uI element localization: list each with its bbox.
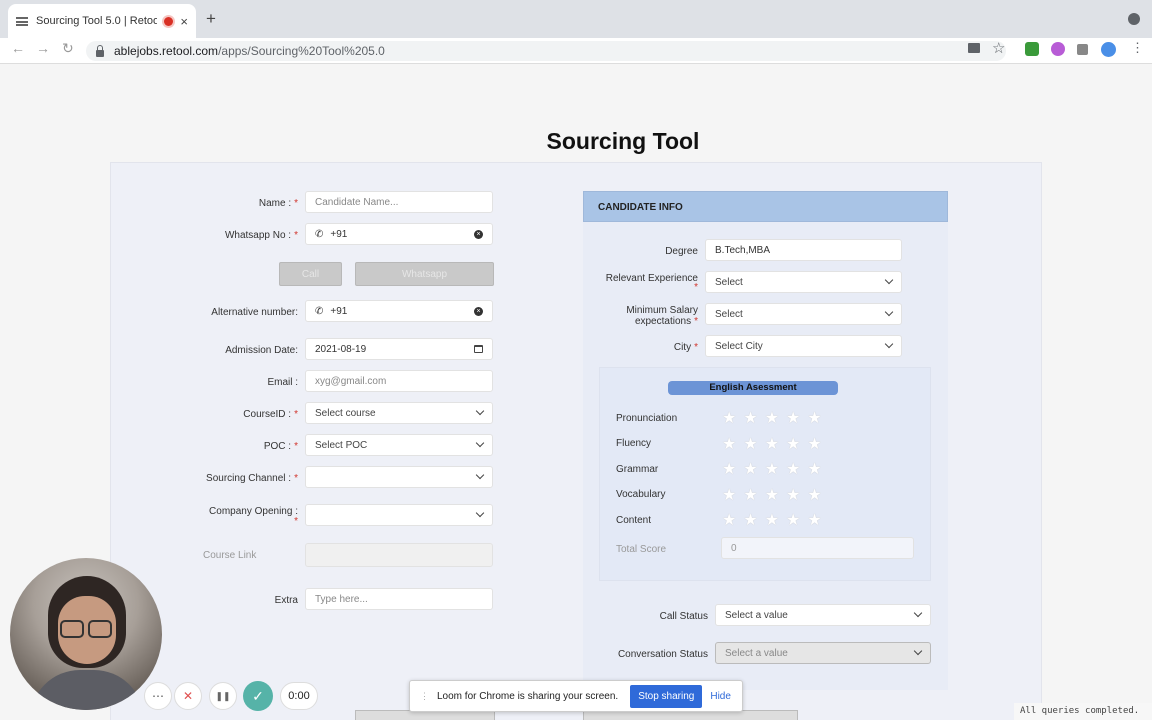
alternative-number-label: Alternative number: bbox=[211, 307, 298, 318]
loom-timer: 0:00 bbox=[280, 682, 318, 710]
extra-label: Extra bbox=[274, 595, 298, 606]
grammar-rating[interactable]: ★★★★★ bbox=[722, 459, 829, 479]
course-link-input[interactable] bbox=[305, 543, 493, 567]
chevron-down-icon bbox=[475, 406, 485, 416]
url-path: /apps/Sourcing%20Tool%205.0 bbox=[218, 44, 385, 58]
webcam-bubble[interactable] bbox=[10, 558, 162, 710]
english-assessment-title: English Asessment bbox=[668, 381, 838, 395]
recording-indicator-icon bbox=[164, 16, 174, 26]
company-opening-required: * bbox=[294, 516, 298, 527]
candidate-info-header: CANDIDATE INFO bbox=[583, 191, 948, 222]
city-label: City * bbox=[673, 342, 698, 353]
total-score-input: 0 bbox=[721, 537, 914, 559]
profile-avatar-icon[interactable] bbox=[1101, 42, 1116, 57]
chevron-down-icon bbox=[475, 470, 485, 480]
sourcing-channel-label: Sourcing Channel : * bbox=[206, 473, 298, 484]
conversation-status-select[interactable]: Select a value bbox=[715, 642, 931, 664]
loom-more-button[interactable]: ⋯ bbox=[144, 682, 172, 710]
call-button[interactable]: Call bbox=[279, 262, 342, 286]
page-title: Sourcing Tool bbox=[546, 128, 700, 154]
chevron-down-icon bbox=[884, 339, 894, 349]
chevron-down-icon bbox=[475, 438, 485, 448]
clear-icon[interactable]: × bbox=[474, 306, 483, 316]
loom-cancel-button[interactable]: ✕ bbox=[174, 682, 202, 710]
vocabulary-label: Vocabulary bbox=[616, 489, 666, 500]
whatsapp-label: Whatsapp No : * bbox=[224, 230, 298, 241]
poc-select[interactable]: Select POC bbox=[305, 434, 493, 456]
email-input[interactable]: xyg@gmail.com bbox=[305, 370, 493, 392]
lock-icon bbox=[96, 44, 104, 57]
salary-label: Minimum Salary bbox=[626, 305, 698, 316]
email-label: Email : bbox=[267, 377, 298, 388]
grammar-label: Grammar bbox=[616, 464, 659, 475]
pronunciation-rating[interactable]: ★★★★★ bbox=[722, 408, 829, 428]
chevron-down-icon bbox=[913, 646, 923, 656]
admission-date-label: Admission Date: bbox=[225, 345, 298, 356]
name-label: Name : * bbox=[258, 198, 298, 209]
hide-button[interactable]: Hide bbox=[710, 691, 731, 702]
course-select[interactable]: Select course bbox=[305, 402, 493, 424]
forward-button[interactable]: → bbox=[36, 40, 50, 56]
pronunciation-label: Pronunciation bbox=[616, 413, 678, 424]
course-id-label: CourseID : * bbox=[243, 409, 298, 420]
tab-close-icon[interactable]: × bbox=[180, 14, 188, 29]
content-rating[interactable]: ★★★★★ bbox=[722, 510, 829, 530]
tab-title: Sourcing Tool 5.0 | Retool bbox=[36, 15, 158, 27]
vocabulary-rating[interactable]: ★★★★★ bbox=[722, 485, 829, 505]
course-link-label: Course Link bbox=[203, 550, 257, 561]
phone-icon: ✆ bbox=[315, 305, 324, 317]
loom-pause-button[interactable]: ❚❚ bbox=[209, 682, 237, 710]
degree-label: Degree bbox=[665, 246, 698, 257]
salary-select[interactable]: Select bbox=[705, 303, 902, 325]
salary-label-line2: expectations * bbox=[634, 316, 698, 327]
extensions-puzzle-icon[interactable] bbox=[1077, 44, 1088, 55]
alternative-number-input[interactable]: ✆ +91 × bbox=[305, 300, 493, 322]
browser-tab[interactable]: Sourcing Tool 5.0 | Retool × bbox=[8, 4, 196, 38]
admission-date-input[interactable]: 2021-08-19 bbox=[305, 338, 493, 360]
extension-color-icon[interactable] bbox=[1051, 42, 1065, 56]
retool-favicon-icon bbox=[16, 16, 28, 26]
clear-icon[interactable]: × bbox=[474, 229, 483, 239]
total-score-label: Total Score bbox=[616, 544, 667, 555]
browser-menu-icon[interactable]: ⋮ bbox=[1131, 40, 1144, 56]
chevron-down-icon bbox=[884, 275, 894, 285]
city-select[interactable]: Select City bbox=[705, 335, 902, 357]
new-tab-button[interactable]: + bbox=[206, 10, 216, 27]
screen-share-bar: ⋮ Loom for Chrome is sharing your screen… bbox=[409, 680, 743, 712]
drag-handle-icon[interactable]: ⋮ bbox=[420, 691, 429, 702]
whatsapp-button[interactable]: Whatsapp bbox=[355, 262, 494, 286]
fluency-rating[interactable]: ★★★★★ bbox=[722, 434, 829, 454]
sourcing-channel-select[interactable] bbox=[305, 466, 493, 488]
chevron-down-icon bbox=[884, 307, 894, 317]
degree-input[interactable]: B.Tech,MBA bbox=[705, 239, 902, 261]
whatsapp-input[interactable]: ✆ +91 × bbox=[305, 223, 493, 245]
name-input[interactable]: Candidate Name... bbox=[305, 191, 493, 213]
query-status: All queries completed. bbox=[1014, 703, 1152, 720]
loom-finish-button[interactable]: ✓ bbox=[243, 681, 273, 711]
calendar-icon[interactable] bbox=[474, 345, 483, 353]
camera-icon[interactable] bbox=[968, 43, 980, 53]
phone-icon: ✆ bbox=[315, 228, 324, 240]
conversation-status-label: Conversation Status bbox=[617, 649, 708, 660]
bookmark-star-icon[interactable]: ☆ bbox=[992, 39, 1005, 57]
fluency-label: Fluency bbox=[616, 438, 652, 449]
chevron-down-icon bbox=[913, 608, 923, 618]
company-opening-select[interactable] bbox=[305, 504, 493, 526]
url-field[interactable]: ablejobs.retool.com/apps/Sourcing%20Tool… bbox=[86, 41, 1006, 61]
tab-search-icon[interactable] bbox=[1128, 13, 1140, 25]
reload-button[interactable]: ↻ bbox=[62, 40, 74, 57]
call-status-label: Call Status bbox=[659, 611, 708, 622]
back-button[interactable]: ← bbox=[11, 40, 25, 56]
poc-label: POC : * bbox=[263, 441, 298, 452]
chevron-down-icon bbox=[475, 508, 485, 518]
experience-required: * bbox=[694, 282, 698, 293]
url-host: ablejobs.retool.com bbox=[114, 44, 219, 58]
content-label: Content bbox=[616, 515, 652, 526]
extra-input[interactable]: Type here... bbox=[305, 588, 493, 610]
experience-select[interactable]: Select bbox=[705, 271, 902, 293]
stop-sharing-button[interactable]: Stop sharing bbox=[630, 684, 703, 708]
extension-pr-icon[interactable] bbox=[1025, 42, 1039, 56]
call-status-select[interactable]: Select a value bbox=[715, 604, 931, 626]
screen-share-message: Loom for Chrome is sharing your screen. bbox=[437, 690, 619, 702]
